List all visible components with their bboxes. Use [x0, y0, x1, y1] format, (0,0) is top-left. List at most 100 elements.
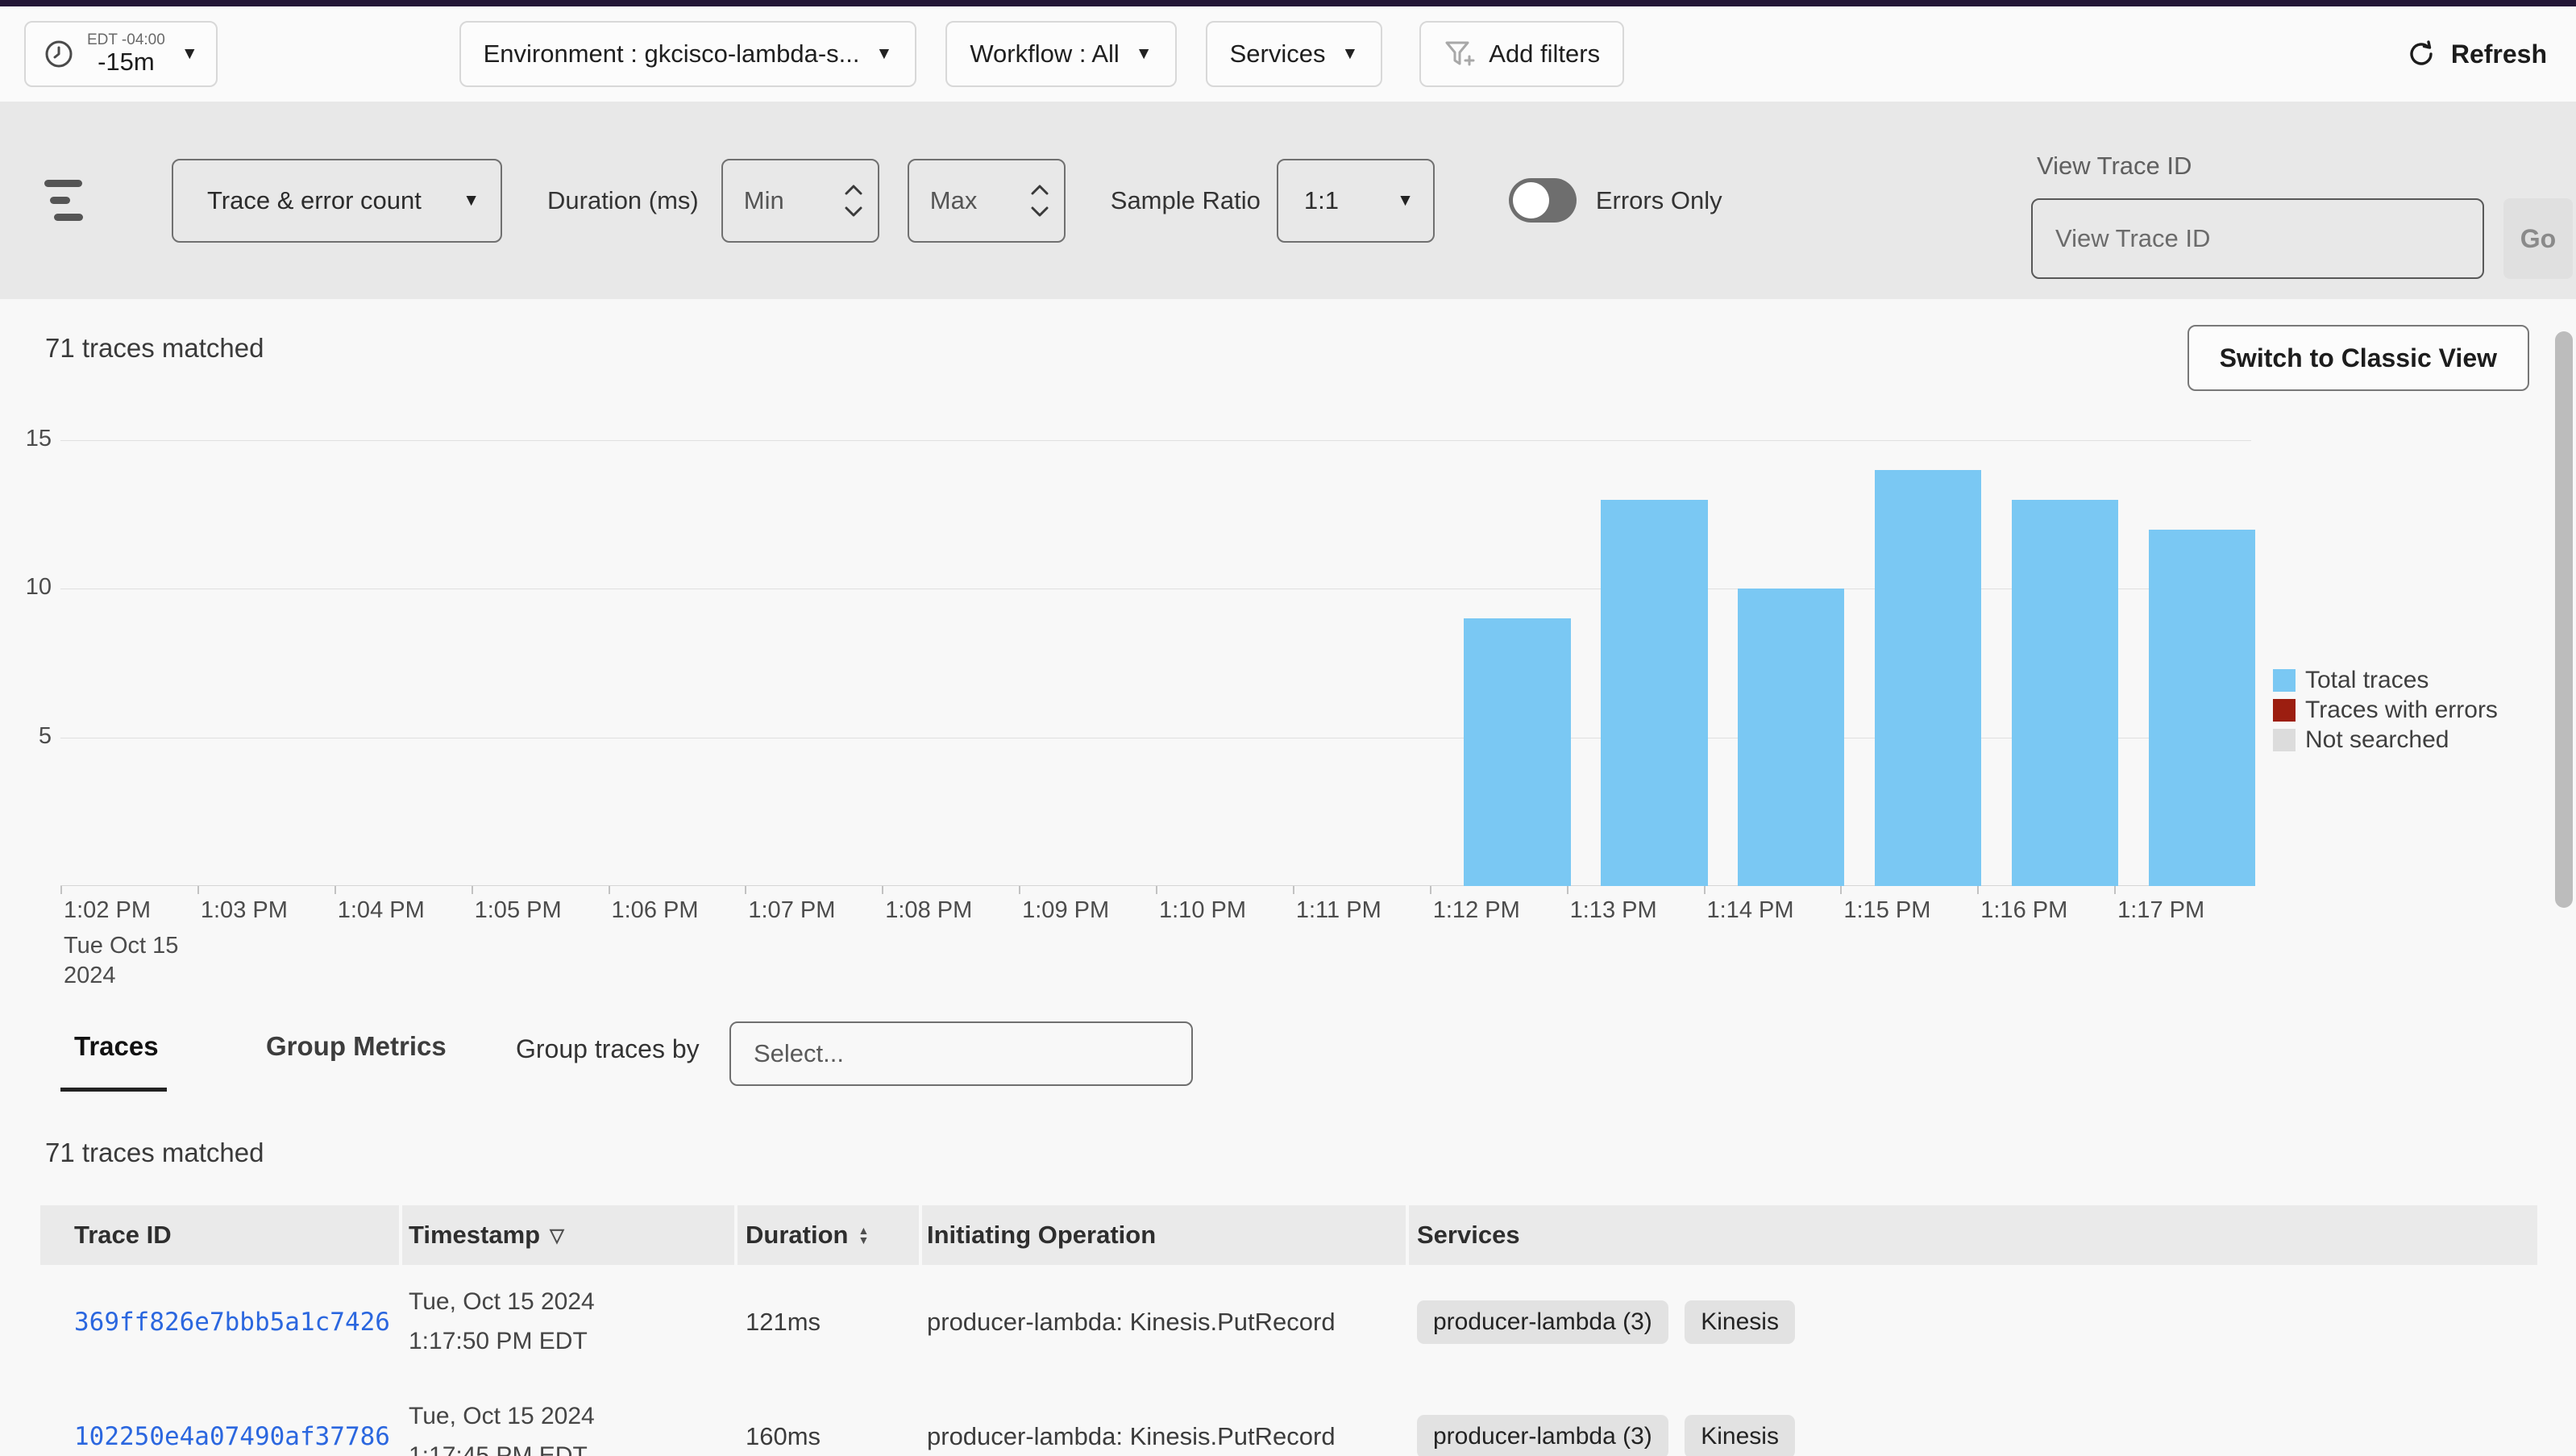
- main-content: 71 traces matched Switch to Classic View…: [0, 299, 2576, 1456]
- duration-max-input[interactable]: Max: [908, 159, 1066, 243]
- time-range-button[interactable]: EDT -04:00 -15m ▼: [24, 21, 218, 87]
- duration-cell: 121ms: [737, 1308, 919, 1337]
- sample-ratio-label: Sample Ratio: [1111, 186, 1261, 215]
- chevron-down-icon: ▼: [463, 191, 480, 210]
- column-header-initiating-operation[interactable]: Initiating Operation: [922, 1205, 1406, 1265]
- time-range-value: -15m: [87, 48, 165, 76]
- x-tick-label: 1:17 PM: [2114, 897, 2251, 990]
- legend-swatch-blue: [2273, 669, 2296, 692]
- duration-cell: 160ms: [737, 1422, 919, 1451]
- service-badge[interactable]: Kinesis: [1685, 1415, 1795, 1456]
- x-tick-label: 1:08 PM: [882, 897, 1019, 990]
- stepper-icon[interactable]: [844, 185, 863, 217]
- traces-matched-count: 71 traces matched: [45, 333, 264, 364]
- column-header-services[interactable]: Services: [1409, 1205, 2537, 1265]
- workflow-filter-button[interactable]: Workflow : All ▼: [945, 21, 1176, 87]
- group-traces-by-select[interactable]: Select...: [729, 1021, 1193, 1086]
- funnel-plus-icon: [1444, 39, 1476, 69]
- chart-bar[interactable]: [1464, 618, 1571, 886]
- vertical-scrollbar[interactable]: [2555, 331, 2573, 908]
- add-filters-label: Add filters: [1489, 40, 1600, 69]
- initiating-operation-cell: producer-lambda: Kinesis.PutRecord: [922, 1422, 1406, 1451]
- chart-bar[interactable]: [1601, 500, 1708, 886]
- metric-type-value: Trace & error count: [207, 186, 422, 215]
- legend-swatch-red: [2273, 699, 2296, 722]
- legend-label: Total traces: [2305, 667, 2429, 694]
- legend-item-not-searched: Not searched: [2273, 726, 2498, 753]
- service-badge[interactable]: Kinesis: [1685, 1300, 1795, 1344]
- sample-ratio-value: 1:1: [1304, 186, 1339, 215]
- chevron-down-icon: ▼: [1136, 44, 1153, 64]
- go-button[interactable]: Go: [2503, 198, 2573, 279]
- chevron-down-icon: ▼: [1397, 191, 1414, 210]
- service-badge[interactable]: producer-lambda (3): [1417, 1415, 1668, 1456]
- x-tick-label: 1:14 PM: [1704, 897, 1841, 990]
- y-axis-tick-15: 15: [5, 426, 52, 452]
- duration-min-input[interactable]: Min: [721, 159, 879, 243]
- trace-count-bar-chart: [60, 440, 2251, 886]
- x-tick-label: 1:03 PM: [197, 897, 334, 990]
- group-traces-by-label: Group traces by: [516, 1034, 700, 1064]
- refresh-button[interactable]: Refresh: [2406, 39, 2547, 69]
- min-placeholder: Min: [744, 186, 784, 215]
- chart-bar[interactable]: [1875, 470, 1982, 886]
- traces-matched-count-table: 71 traces matched: [45, 1138, 264, 1168]
- trace-waterfall-icon: [44, 180, 85, 222]
- tab-group-metrics[interactable]: Group Metrics: [266, 1031, 447, 1062]
- environment-filter-button[interactable]: Environment : gkcisco-lambda-s... ▼: [459, 21, 917, 87]
- errors-only-toggle[interactable]: [1509, 178, 1577, 223]
- initiating-operation-cell: producer-lambda: Kinesis.PutRecord: [922, 1308, 1406, 1337]
- sample-ratio-dropdown[interactable]: 1:1 ▼: [1277, 159, 1435, 243]
- add-filters-button[interactable]: Add filters: [1419, 21, 1624, 87]
- refresh-label: Refresh: [2451, 40, 2547, 69]
- x-tick-label: 1:02 PM: [64, 897, 151, 923]
- timezone-label: EDT -04:00: [87, 32, 165, 49]
- legend-item-traces-with-errors: Traces with errors: [2273, 697, 2498, 723]
- switch-to-classic-view-button[interactable]: Switch to Classic View: [2188, 325, 2529, 391]
- toggle-knob: [1513, 182, 1549, 218]
- metric-type-dropdown[interactable]: Trace & error count ▼: [172, 159, 502, 243]
- environment-filter-label: Environment : gkcisco-lambda-s...: [484, 40, 860, 69]
- trace-id-link[interactable]: 102250e4a07490af37786: [74, 1422, 390, 1451]
- x-tick-label: 1:07 PM: [745, 897, 882, 990]
- view-trace-id-label: View Trace ID: [2037, 152, 2192, 181]
- column-header-timestamp[interactable]: Timestamp ▽: [402, 1205, 734, 1265]
- x-tick-label: 1:12 PM: [1430, 897, 1567, 990]
- x-tick-label: 1:05 PM: [472, 897, 609, 990]
- column-header-duration[interactable]: Duration ▲▼: [737, 1205, 919, 1265]
- services-filter-label: Services: [1230, 40, 1326, 69]
- column-header-trace-id[interactable]: Trace ID: [40, 1205, 399, 1265]
- chevron-down-icon: ▼: [1341, 44, 1358, 64]
- chart-bar[interactable]: [1738, 589, 1845, 886]
- active-tab-underline: [60, 1088, 167, 1092]
- x-tick-label: 1:13 PM: [1567, 897, 1704, 990]
- tab-traces[interactable]: Traces: [74, 1031, 159, 1062]
- services-cell: producer-lambda (3) Kinesis: [1409, 1415, 2537, 1456]
- service-badge[interactable]: producer-lambda (3): [1417, 1300, 1668, 1344]
- x-axis-labels: 1:02 PM Tue Oct 15 2024 1:03 PM 1:04 PM …: [60, 897, 2251, 990]
- y-axis-tick-5: 5: [5, 723, 52, 750]
- table-header-row: Trace ID Timestamp ▽ Duration ▲▼ Initiat…: [40, 1205, 2539, 1265]
- x-axis-date-line2: 2024: [64, 961, 197, 991]
- x-tick-label: 1:09 PM: [1019, 897, 1156, 990]
- view-trace-id-input[interactable]: [2031, 198, 2484, 279]
- top-accent-border: [0, 0, 2576, 6]
- legend-label: Traces with errors: [2305, 697, 2498, 724]
- x-tick-label: 1:10 PM: [1156, 897, 1293, 990]
- services-filter-button[interactable]: Services ▼: [1206, 21, 1383, 87]
- trace-id-link[interactable]: 369ff826e7bbb5a1c7426: [74, 1308, 390, 1337]
- clock-icon: [44, 39, 74, 69]
- errors-only-label: Errors Only: [1596, 186, 1722, 215]
- traces-table: Trace ID Timestamp ▽ Duration ▲▼ Initiat…: [40, 1205, 2539, 1456]
- stepper-icon[interactable]: [1030, 185, 1049, 217]
- table-row: 369ff826e7bbb5a1c7426 Tue, Oct 15 2024 1…: [40, 1265, 2539, 1379]
- legend-item-total-traces: Total traces: [2273, 667, 2498, 693]
- chart-legend: Total traces Traces with errors Not sear…: [2273, 667, 2498, 756]
- chart-bar[interactable]: [2012, 500, 2119, 886]
- timestamp-cell: Tue, Oct 15 2024 1:17:45 PM EDT: [402, 1397, 734, 1456]
- top-bar: EDT -04:00 -15m ▼ Environment : gkcisco-…: [0, 0, 2576, 102]
- chart-bar[interactable]: [2149, 530, 2256, 886]
- timestamp-cell: Tue, Oct 15 2024 1:17:50 PM EDT: [402, 1283, 734, 1361]
- x-tick-label: 1:06 PM: [609, 897, 746, 990]
- x-axis-date-line1: Tue Oct 15: [64, 931, 197, 961]
